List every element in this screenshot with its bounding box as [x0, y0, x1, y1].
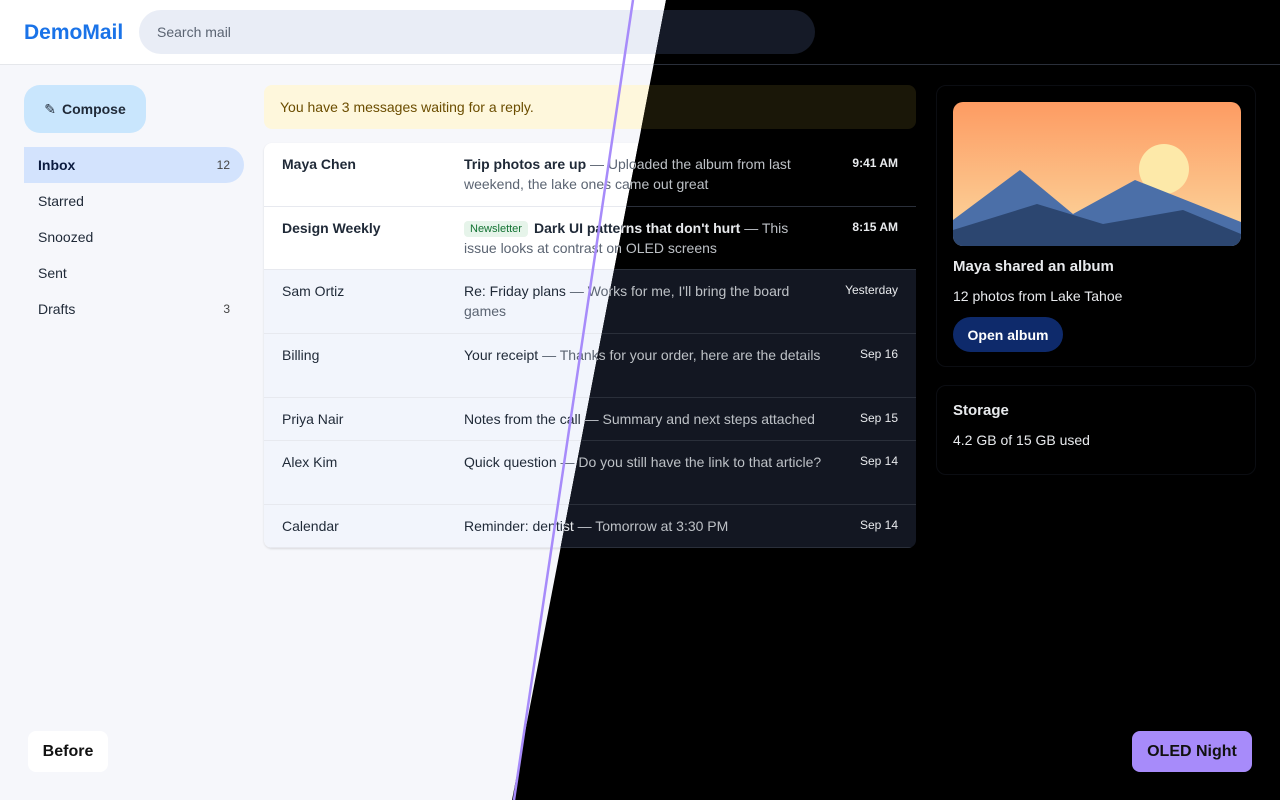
message-time: Sep 16: [859, 347, 898, 361]
message-subject: Quick question: [464, 454, 557, 470]
sidebar-item-snoozed[interactable]: Snoozed: [24, 219, 244, 255]
message-separator: —: [556, 454, 579, 470]
newsletter-badge: Newsletter: [464, 221, 528, 237]
message-subject: Trip photos are up: [464, 156, 587, 172]
pencil-icon: ✎: [44, 100, 56, 117]
sidebar-item-starred[interactable]: Starred: [24, 183, 244, 219]
message-subject: Re: Friday plans: [464, 283, 566, 299]
message-sender: Design Weekly: [282, 220, 381, 236]
message-snippet: Do you still have the link to that artic…: [578, 454, 822, 470]
sidebar-nav: Inbox 12 Starred Snoozed Sent Drafts 3: [24, 147, 244, 327]
message-snippet: Thanks for your order, here are the deta…: [559, 347, 821, 363]
sidebar-item-count: 3: [223, 302, 230, 316]
message-subject: Reminder: dentist: [464, 518, 574, 534]
app-logo[interactable]: DemoMail: [24, 21, 123, 45]
open-album-button[interactable]: Open album: [953, 317, 1063, 352]
sidebar-item-label: Snoozed: [38, 229, 94, 245]
message-sender: Billing: [282, 347, 320, 363]
message-sender: Priya Nair: [282, 411, 344, 427]
message-sender: Calendar: [282, 518, 339, 534]
message-time: 8:15 AM: [852, 220, 898, 234]
sidebar-item-inbox[interactable]: Inbox 12: [24, 147, 244, 183]
sidebar-item-label: Drafts: [38, 301, 76, 317]
album-card: Maya shared an album 12 photos from Lake…: [936, 85, 1256, 367]
message-time: Sep 14: [859, 518, 898, 532]
message-snippet: Tomorrow at 3:30 PM: [595, 518, 729, 534]
message-separator: —: [740, 220, 762, 236]
message-sender: Alex Kim: [282, 454, 338, 470]
message-time: 9:41 AM: [852, 156, 898, 170]
message-separator: —: [565, 283, 588, 299]
sidebar-item-label: Sent: [38, 265, 67, 281]
sidebar-item-count: 12: [216, 158, 230, 172]
sidebar-item-label: Starred: [38, 193, 84, 209]
mountain-sunset-illustration: [953, 102, 1241, 246]
oled-night-label: OLED Night: [1132, 731, 1252, 772]
message-time: Sep 14: [859, 454, 898, 468]
album-card-title: Maya shared an album: [953, 258, 1114, 275]
storage-title: Storage: [953, 402, 1009, 419]
message-time: Sep 15: [859, 411, 898, 425]
message-time: Yesterday: [845, 283, 898, 297]
before-label: Before: [28, 731, 108, 772]
compose-label: Compose: [61, 101, 126, 117]
storage-card: Storage 4.2 GB of 15 GB used: [936, 385, 1256, 475]
message-snippet: Summary and next steps attached: [602, 411, 815, 427]
storage-usage: 4.2 GB of 15 GB used: [953, 432, 1090, 448]
sidebar-item-sent[interactable]: Sent: [24, 255, 244, 291]
message-separator: —: [586, 156, 608, 172]
album-art-image[interactable]: [953, 102, 1241, 246]
message-subject: Notes from the call: [464, 411, 581, 427]
message-subject: Your receipt: [464, 347, 539, 363]
sidebar-item-drafts[interactable]: Drafts 3: [24, 291, 244, 327]
album-card-subtitle: 12 photos from Lake Tahoe: [953, 288, 1123, 304]
message-separator: —: [573, 518, 596, 534]
message-separator: —: [538, 347, 560, 363]
message-sender: Maya Chen: [282, 156, 356, 172]
compose-button[interactable]: ✎ Compose: [24, 85, 146, 133]
message-sender: Sam Ortiz: [282, 283, 345, 299]
sidebar-item-label: Inbox: [38, 157, 76, 173]
